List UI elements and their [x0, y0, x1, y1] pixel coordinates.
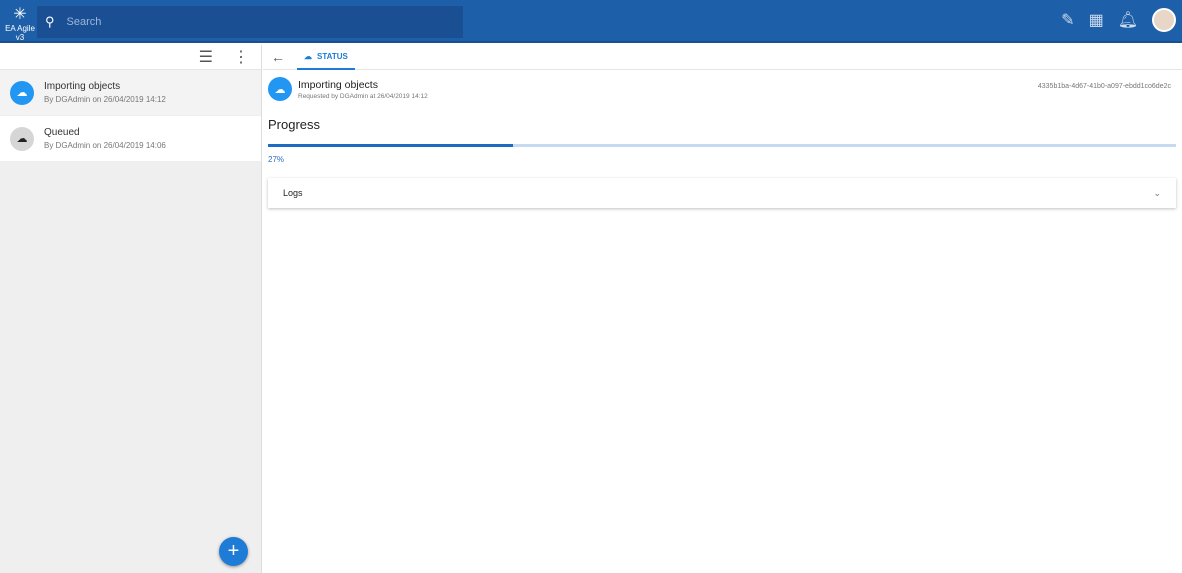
- edit-icon[interactable]: ✎: [1061, 10, 1074, 30]
- job-list-panel: ☰ ⋮ ☁ Importing objects By DGAdmin on 26/…: [0, 45, 262, 573]
- search-bar[interactable]: ⚲ Search: [37, 6, 463, 38]
- more-vert-icon[interactable]: ⋮: [233, 47, 249, 67]
- apps-grid-icon[interactable]: ▦: [1089, 10, 1104, 30]
- back-arrow-icon[interactable]: ←: [271, 49, 285, 65]
- tab-status[interactable]: ☁ STATUS: [297, 45, 355, 70]
- search-icon: ⚲: [45, 14, 55, 29]
- item-subtitle: By DGAdmin on 26/04/2019 14:12: [44, 95, 166, 104]
- item-subtitle: By DGAdmin on 26/04/2019 14:06: [44, 141, 166, 150]
- filter-icon[interactable]: ☰: [199, 47, 213, 67]
- logs-expander[interactable]: Logs ⌄: [268, 178, 1176, 208]
- item-title: Queued: [44, 127, 80, 138]
- progress-fill: [268, 144, 514, 147]
- avatar[interactable]: [1152, 8, 1176, 32]
- cloud-upload-icon: ☁: [268, 77, 292, 101]
- detail-title: Importing objects: [298, 78, 378, 91]
- tab-label: STATUS: [317, 51, 348, 61]
- item-title: Importing objects: [44, 81, 121, 92]
- detail-subtitle: Requested by DGAdmin at 26/04/2019 14:12: [298, 92, 428, 100]
- top-bar: ✳ EA Agile v3 ⚲ Search ✎ ▦ 🔔︎: [0, 0, 1182, 43]
- progress-bar: [268, 144, 1176, 147]
- detail-panel: ← ☁ STATUS ☁ Importing objects Requested b…: [263, 45, 1182, 573]
- job-id: 4335b1ba-4d67-41b0-a097-ebdd1co6de2c: [1037, 83, 1171, 90]
- list-item[interactable]: ☁ Queued By DGAdmin on 26/04/2019 14:06: [0, 116, 261, 162]
- cloud-upload-icon: ☁: [10, 126, 34, 151]
- cloud-icon: ☁: [304, 51, 312, 61]
- add-button[interactable]: +: [219, 537, 248, 566]
- app-name: EA Agile v3: [5, 24, 35, 42]
- cloud-upload-icon: ☁: [10, 80, 34, 105]
- search-input[interactable]: Search: [67, 16, 102, 28]
- logs-label: Logs: [283, 188, 303, 198]
- progress-heading: Progress: [268, 117, 321, 132]
- bell-icon[interactable]: 🔔︎: [1118, 10, 1138, 30]
- app-logo[interactable]: ✳ EA Agile v3: [2, 4, 38, 42]
- list-item[interactable]: ☁ Importing objects By DGAdmin on 26/04/2…: [0, 70, 261, 116]
- progress-percent: 27%: [268, 155, 285, 164]
- chevron-down-icon: ⌄: [1153, 187, 1161, 198]
